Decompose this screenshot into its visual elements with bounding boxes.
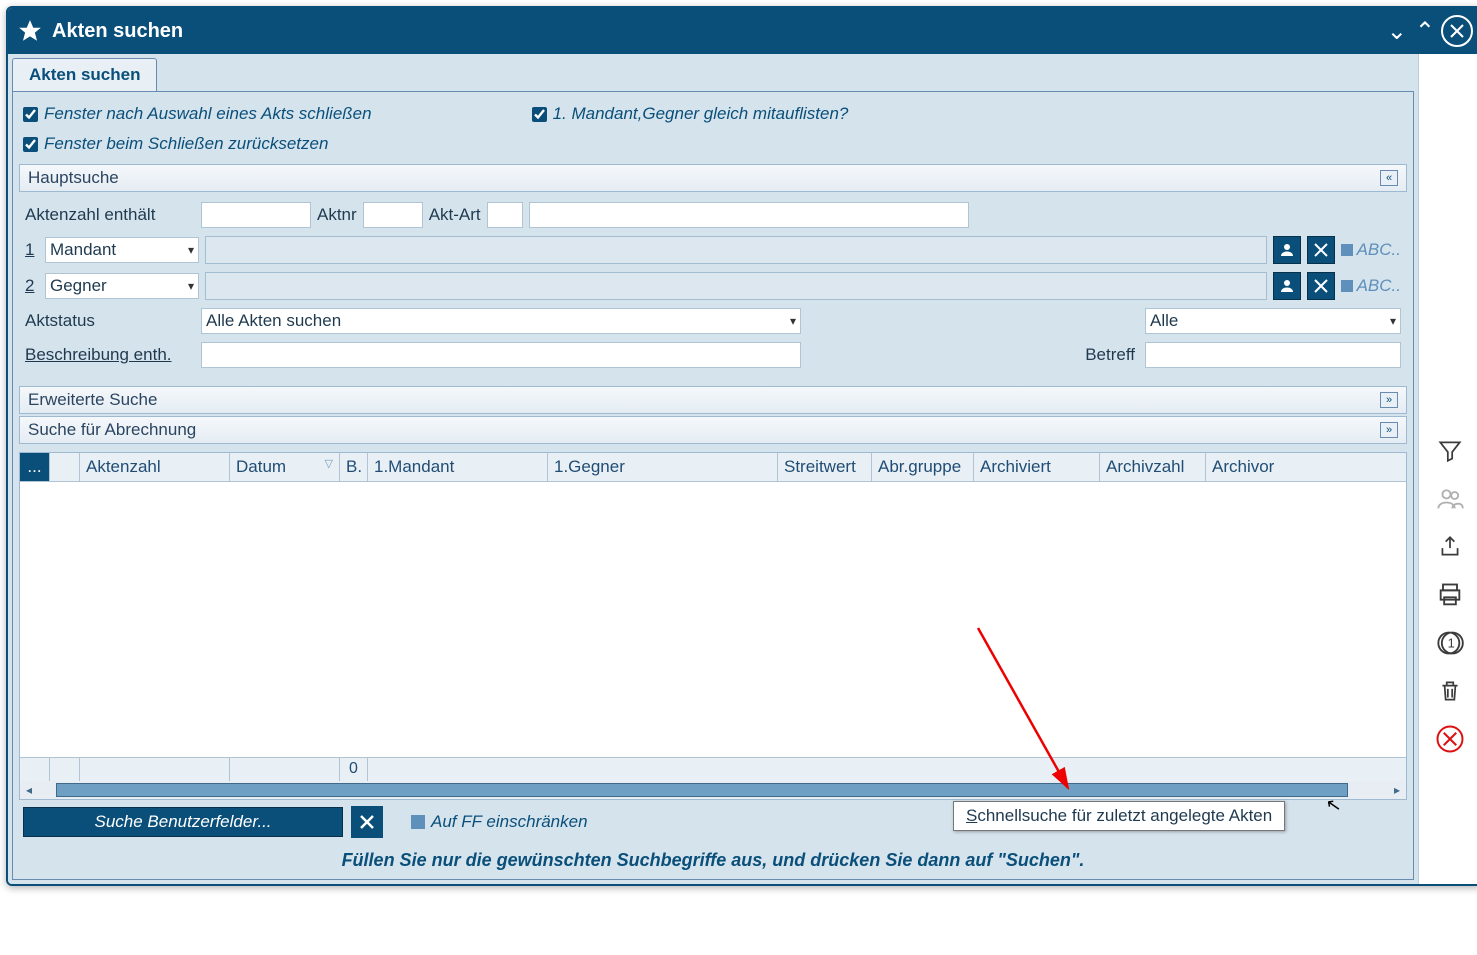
section-erweiterte-header[interactable]: Erweiterte Suche »	[19, 386, 1407, 414]
abc-toggle-2[interactable]: ABC..	[1341, 276, 1401, 296]
section-erweiterte-label: Erweiterte Suche	[28, 390, 157, 410]
col-datum[interactable]: Datum▽	[230, 453, 340, 481]
beschreibung-input[interactable]	[201, 342, 801, 368]
titlebar: Akten suchen ⌄ ⌃	[8, 8, 1477, 54]
aktart-code-input[interactable]	[487, 202, 523, 228]
aktenzahl-input[interactable]	[201, 202, 311, 228]
clear-2-button[interactable]	[1307, 272, 1335, 300]
side-toolbar: 1	[1419, 54, 1477, 884]
grid-footer: 0	[20, 757, 1406, 781]
col-aktenzahl[interactable]: Aktenzahl	[80, 453, 230, 481]
scroll-right-icon[interactable]: ▸	[1388, 783, 1406, 797]
user-fields-button[interactable]: Suche Benutzerfelder...	[23, 807, 343, 837]
tab-strip: Akten suchen	[8, 54, 1418, 91]
col-menu[interactable]: ...	[20, 453, 50, 481]
results-grid: ... Aktenzahl Datum▽ B. 1.Mandant 1.Gegn…	[19, 452, 1407, 800]
row-2-number: 2	[25, 276, 39, 296]
role-2-value: Gegner	[50, 276, 107, 296]
favorite-star-icon[interactable]	[16, 17, 44, 45]
section-hauptsuche-header[interactable]: Hauptsuche «	[19, 164, 1407, 192]
checkbox-reset-on-close-label: Fenster beim Schließen zurücksetzen	[44, 134, 328, 154]
export-icon[interactable]	[1433, 530, 1467, 564]
tab-akten-suchen[interactable]: Akten suchen	[12, 58, 157, 91]
col-abrgruppe[interactable]: Abr.gruppe	[872, 453, 974, 481]
grid-h-scrollbar[interactable]: ◂ ▸	[20, 781, 1406, 799]
col-archivort[interactable]: Archivor	[1206, 453, 1406, 481]
abc-toggle-1[interactable]: ABC..	[1341, 240, 1401, 260]
col-streitwert[interactable]: Streitwert	[778, 453, 872, 481]
checkbox-reset-on-close[interactable]: Fenster beim Schließen zurücksetzen	[23, 134, 328, 154]
alle-value: Alle	[1150, 311, 1178, 331]
people-icon[interactable]	[1433, 482, 1467, 516]
expand-icon[interactable]: »	[1380, 392, 1398, 408]
mandant-input[interactable]	[205, 236, 1267, 264]
aktstatus-select[interactable]: Alle Akten suchen▾	[201, 308, 801, 334]
person-lookup-1-button[interactable]	[1273, 236, 1301, 264]
col-selector[interactable]	[50, 453, 80, 481]
aktart-label: Akt-Art	[429, 205, 481, 225]
trash-icon[interactable]	[1433, 674, 1467, 708]
clear-userfields-button[interactable]	[351, 806, 383, 838]
section-abrechnung-label: Suche für Abrechnung	[28, 420, 196, 440]
beschreibung-label: Beschreibung enth.	[25, 345, 195, 365]
count-icon[interactable]: 1	[1433, 626, 1467, 660]
alle-select[interactable]: Alle▾	[1145, 308, 1401, 334]
role-1-select[interactable]: Mandant▾	[45, 237, 199, 263]
scroll-thumb[interactable]	[56, 783, 1348, 797]
aktnr-label: Aktnr	[317, 205, 357, 225]
grid-footer-count: 0	[340, 758, 368, 781]
scroll-left-icon[interactable]: ◂	[20, 783, 38, 797]
collapse-icon[interactable]: «	[1380, 170, 1398, 186]
col-gegner[interactable]: 1.Gegner	[548, 453, 778, 481]
section-hauptsuche-label: Hauptsuche	[28, 168, 119, 188]
checkbox-ff-restrict[interactable]: Auf FF einschränken	[411, 812, 588, 832]
quicksearch-tooltip: Schnellsuche für zuletzt angelegte Akten	[953, 801, 1285, 831]
collapse-down-icon[interactable]: ⌄	[1385, 17, 1409, 46]
betreff-input[interactable]	[1145, 342, 1401, 368]
col-archivzahl[interactable]: Archivzahl	[1100, 453, 1206, 481]
aktnr-input[interactable]	[363, 202, 423, 228]
checkbox-reset-on-close-input[interactable]	[23, 137, 38, 152]
col-archiviert[interactable]: Archiviert	[974, 453, 1100, 481]
gegner-input[interactable]	[205, 272, 1267, 300]
collapse-up-icon[interactable]: ⌃	[1413, 17, 1437, 46]
hint-text: Füllen Sie nur die gewünschten Suchbegri…	[19, 844, 1407, 877]
aktstatus-label: Aktstatus	[25, 311, 195, 331]
svg-text:1: 1	[1448, 636, 1455, 651]
row-1-number: 1	[25, 240, 39, 260]
person-lookup-2-button[interactable]	[1273, 272, 1301, 300]
col-b[interactable]: B.	[340, 453, 368, 481]
checkbox-close-after-select[interactable]: Fenster nach Auswahl eines Akts schließe…	[23, 104, 372, 124]
search-window: Akten suchen ⌄ ⌃ Akten suchen Fenster na…	[6, 6, 1477, 886]
checkbox-list-parties-label: 1. Mandant,Gegner gleich mitauflisten?	[553, 104, 849, 124]
grid-header-row: ... Aktenzahl Datum▽ B. 1.Mandant 1.Gegn…	[20, 453, 1406, 482]
role-1-value: Mandant	[50, 240, 116, 260]
expand-icon[interactable]: »	[1380, 422, 1398, 438]
checkbox-list-parties-input[interactable]	[532, 107, 547, 122]
print-icon[interactable]	[1433, 578, 1467, 612]
close-window-button[interactable]	[1441, 15, 1473, 47]
cancel-icon[interactable]	[1433, 722, 1467, 756]
aktart-text-input[interactable]	[529, 202, 969, 228]
checkbox-close-after-select-label: Fenster nach Auswahl eines Akts schließe…	[44, 104, 372, 124]
aktenzahl-label: Aktenzahl enthält	[25, 205, 195, 225]
clear-1-button[interactable]	[1307, 236, 1335, 264]
betreff-label: Betreff	[1065, 345, 1135, 365]
checkbox-close-after-select-input[interactable]	[23, 107, 38, 122]
checkbox-list-parties[interactable]: 1. Mandant,Gegner gleich mitauflisten?	[532, 104, 849, 124]
window-title: Akten suchen	[52, 20, 1385, 43]
aktstatus-value: Alle Akten suchen	[206, 311, 341, 331]
role-2-select[interactable]: Gegner▾	[45, 273, 199, 299]
grid-body	[20, 482, 1406, 757]
ff-restrict-label: Auf FF einschränken	[431, 812, 588, 832]
filter-icon[interactable]	[1433, 434, 1467, 468]
section-abrechnung-header[interactable]: Suche für Abrechnung »	[19, 416, 1407, 444]
col-mandant[interactable]: 1.Mandant	[368, 453, 548, 481]
